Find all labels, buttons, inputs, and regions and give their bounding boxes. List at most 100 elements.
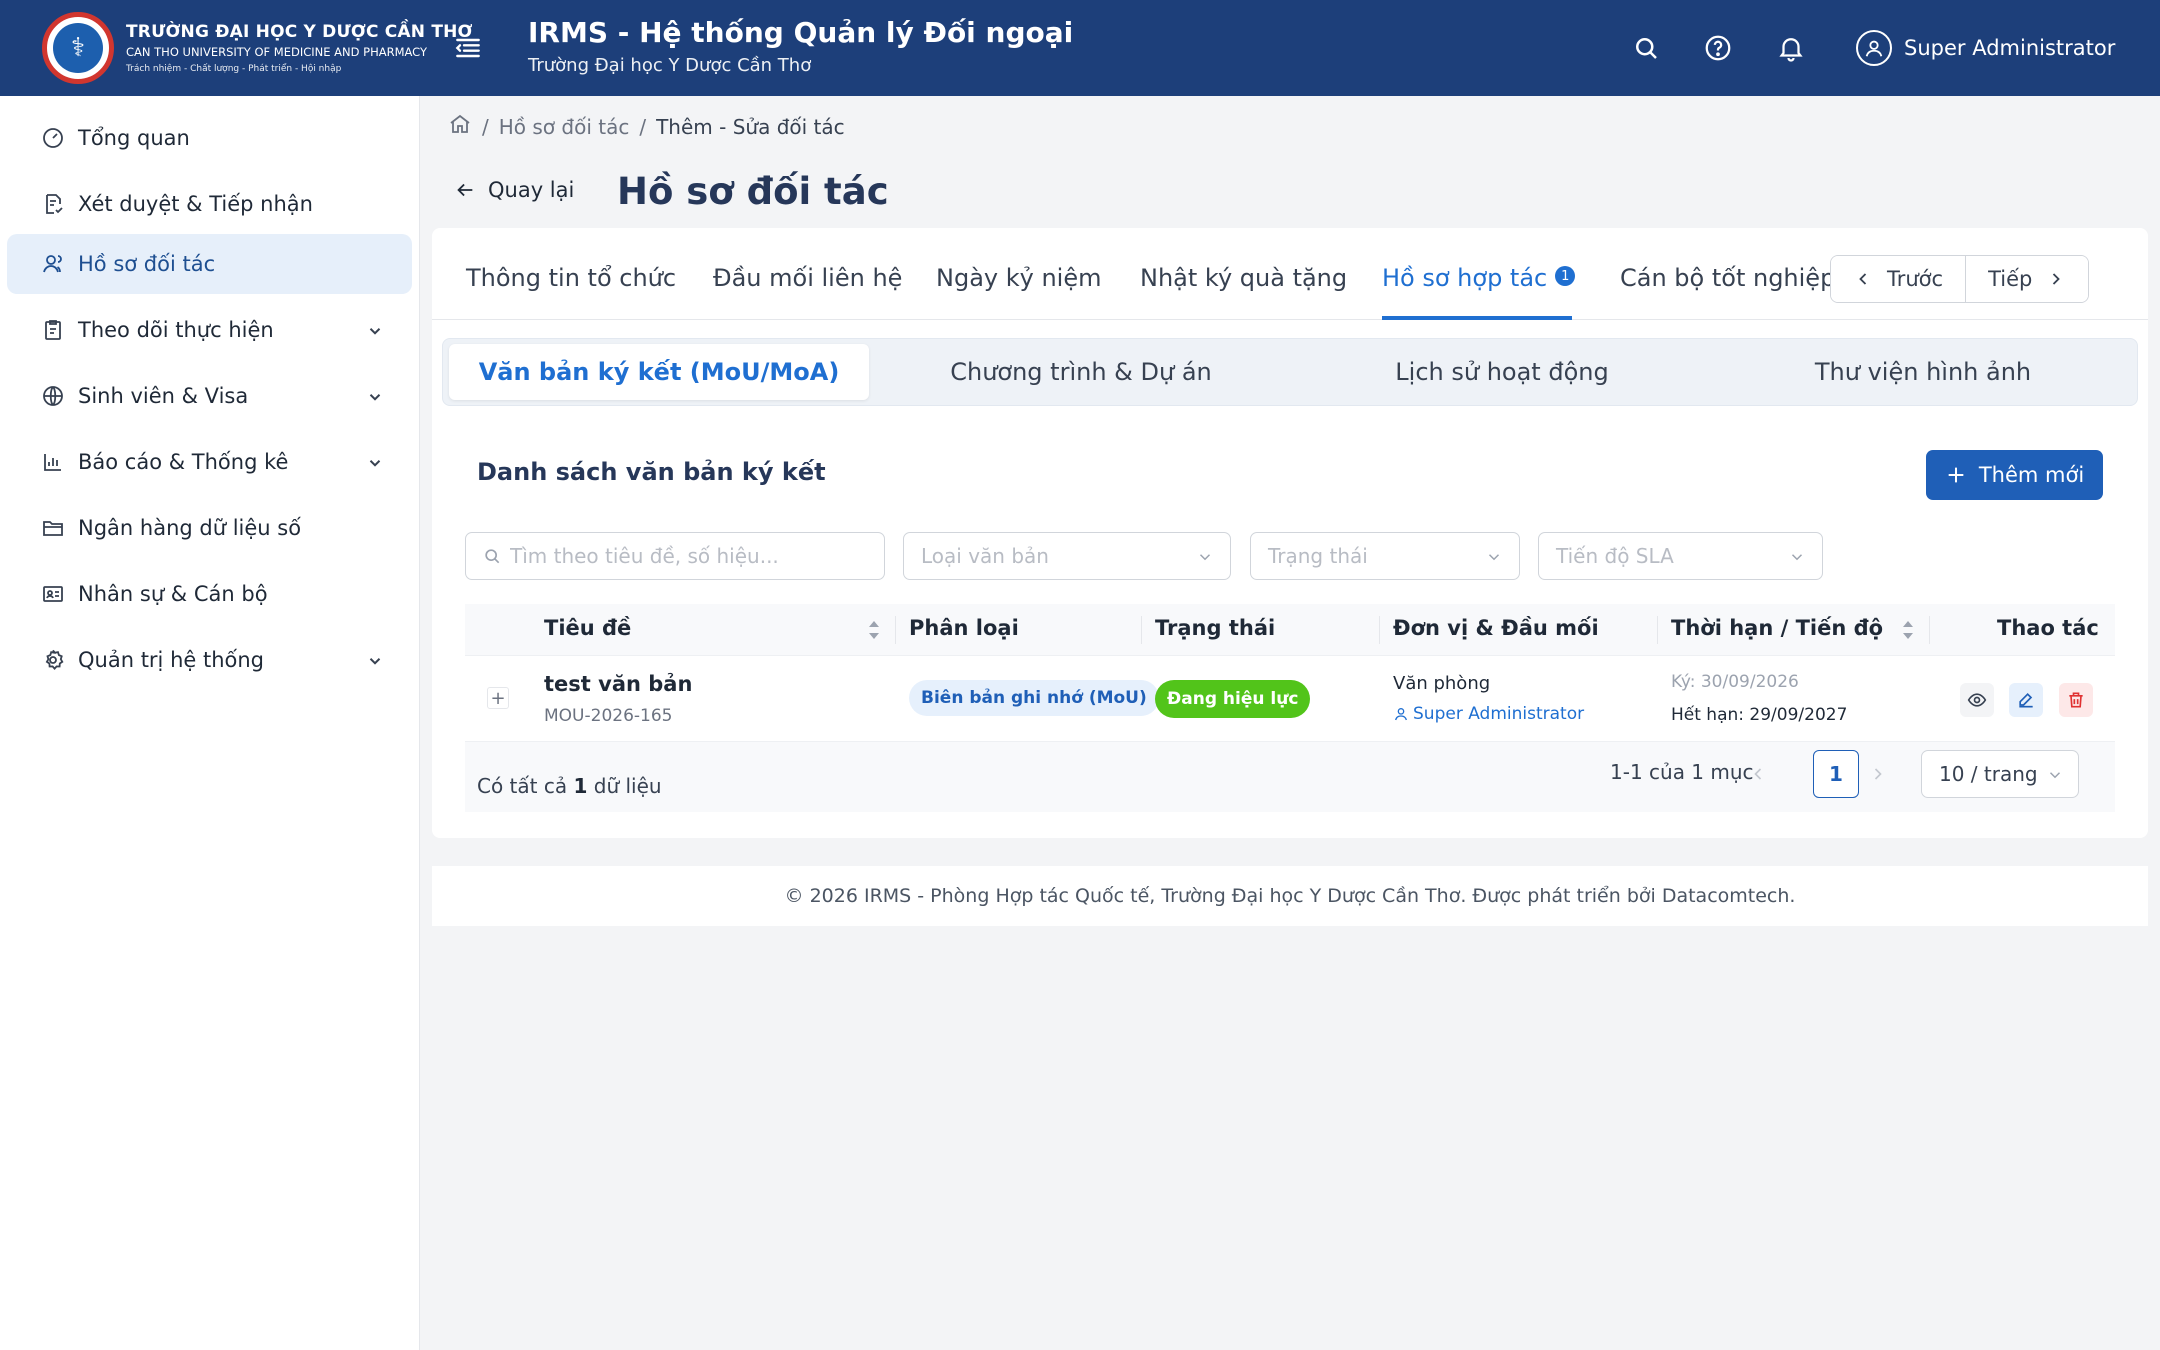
page-number-current[interactable]: 1 <box>1813 750 1859 798</box>
table-header: Tiêu đề Phân loại Trạng thái Đơn vị & Đầ… <box>465 604 2115 656</box>
column-header-title[interactable]: Tiêu đề <box>544 616 631 640</box>
subtab-programs-projects[interactable]: Chương trình & Dự án <box>871 344 1291 400</box>
document-type-tag: Biên bản ghi nhớ (MoU) <box>909 680 1159 716</box>
filter-status[interactable]: Trạng thái <box>1250 532 1520 580</box>
filter-sla-placeholder: Tiến độ SLA <box>1556 544 1674 568</box>
app-title: IRMS - Hệ thống Quản lý Đối ngoại <box>528 16 1074 49</box>
tab-gift-log[interactable]: Nhật ký quà tặng <box>1140 264 1347 292</box>
sort-icon[interactable] <box>1901 617 1915 643</box>
search-input[interactable] <box>510 544 870 568</box>
user-icon <box>1395 708 1407 721</box>
sidebar-item-label: Sinh viên & Visa <box>78 384 249 408</box>
row-contact-name: Super Administrator <box>1413 704 1585 724</box>
bell-icon[interactable] <box>1776 33 1806 63</box>
sidebar-item-label: Quản trị hệ thống <box>78 648 265 672</box>
chevron-right-icon[interactable] <box>1868 764 1888 784</box>
subtab-agreements[interactable]: Văn bản ký kết (MoU/MoA) <box>449 344 869 400</box>
back-label: Quay lại <box>488 178 575 202</box>
table-row: + test văn bản MOU-2026-165 Biên bản ghi… <box>465 656 2115 742</box>
filter-document-type-placeholder: Loại văn bản <box>921 544 1049 568</box>
row-code: MOU-2026-165 <box>544 706 673 726</box>
tab-next-button[interactable]: Tiếp <box>1965 256 2089 302</box>
page-footer: © 2026 IRMS - Phòng Hợp tác Quốc tế, Trư… <box>432 866 2148 926</box>
chevron-right-icon <box>2053 273 2061 285</box>
user-menu[interactable]: Super Administrator <box>1856 30 2115 66</box>
sidebar-item-partners[interactable]: Hồ sơ đối tác <box>7 234 412 294</box>
column-divider <box>895 616 896 644</box>
chevron-left-icon[interactable] <box>1748 764 1768 784</box>
edit-button[interactable] <box>2009 683 2043 717</box>
tab-organization-info[interactable]: Thông tin tổ chức <box>466 264 676 292</box>
sidebar-item-label: Báo cáo & Thống kê <box>78 450 289 474</box>
total-number: 1 <box>573 774 588 798</box>
tab-prev-label: Trước <box>1887 267 1944 291</box>
table-footer: Có tất cả 1 dữ liệu 1-1 của 1 mục 1 10 /… <box>465 742 2115 812</box>
tab-scroll-controls: Trước Tiếp <box>1830 255 2090 303</box>
add-new-button[interactable]: Thêm mới <box>1926 450 2103 500</box>
page-title: Hồ sơ đối tác <box>617 170 889 213</box>
column-header-deadline[interactable]: Thời hạn / Tiến độ <box>1671 616 1883 640</box>
sidebar-item-staff[interactable]: Nhân sự & Cán bộ <box>7 564 412 624</box>
globe-icon <box>41 384 65 408</box>
tab-cooperation[interactable]: Hồ sơ hợp tác 1 <box>1382 264 1576 292</box>
sort-icon[interactable] <box>867 617 881 643</box>
sidebar-item-review[interactable]: Xét duyệt & Tiếp nhận <box>7 174 412 234</box>
delete-button[interactable] <box>2059 683 2093 717</box>
sidebar-item-label: Theo dõi thực hiện <box>78 318 274 342</box>
tab-prev-button[interactable]: Trước <box>1831 256 1966 302</box>
column-divider <box>1657 616 1658 644</box>
app-subtitle: Trường Đại học Y Dược Cần Thơ <box>528 55 812 76</box>
help-icon[interactable] <box>1703 33 1733 63</box>
page-size-value: 10 / trang <box>1939 762 2038 786</box>
eye-icon <box>1967 693 1987 707</box>
filter-sla-progress[interactable]: Tiến độ SLA <box>1538 532 1823 580</box>
tab-next-label: Tiếp <box>1988 267 2033 291</box>
back-button[interactable]: Quay lại <box>454 178 574 202</box>
subtab-photo-library[interactable]: Thư viện hình ảnh <box>1713 344 2133 400</box>
sidebar-item-overview[interactable]: Tổng quan <box>7 108 412 168</box>
logo-line-2: CAN THO UNIVERSITY OF MEDICINE AND PHARM… <box>126 45 428 59</box>
home-icon[interactable] <box>448 112 472 141</box>
sidebar-item-reports[interactable]: Báo cáo & Thống kê <box>7 432 412 492</box>
tab-cooperation-label: Hồ sơ hợp tác <box>1382 264 1548 292</box>
university-logo[interactable]: ⚕ TRƯỜNG ĐẠI HỌC Y DƯỢC CẦN THƠ CAN THO … <box>42 12 473 84</box>
status-badge: Đang hiệu lực <box>1155 680 1311 718</box>
gear-icon <box>41 648 65 672</box>
breadcrumb-link-partners[interactable]: Hồ sơ đối tác <box>499 115 630 139</box>
tab-alumni-staff[interactable]: Cán bộ tốt nghiệp <box>1620 264 1835 292</box>
row-contact-link[interactable]: Super Administrator <box>1393 704 1584 724</box>
filter-status-placeholder: Trạng thái <box>1268 544 1368 568</box>
row-expiry-date: Hết hạn: 29/09/2027 <box>1671 705 1848 725</box>
row-signed-date: Ký: 30/09/2026 <box>1671 672 1799 692</box>
subtab-activity-history[interactable]: Lịch sử hoạt động <box>1292 344 1712 400</box>
users-icon <box>41 252 65 276</box>
logo-seal: ⚕ <box>42 12 114 84</box>
chevron-down-icon <box>1196 547 1214 565</box>
sidebar-item-admin[interactable]: Quản trị hệ thống <box>7 630 412 690</box>
sidebar-item-students-visa[interactable]: Sinh viên & Visa <box>7 366 412 426</box>
sidebar-item-label: Ngân hàng dữ liệu số <box>78 516 302 540</box>
row-unit: Văn phòng <box>1393 673 1491 694</box>
search-icon[interactable] <box>1631 33 1661 63</box>
column-divider <box>1929 616 1930 644</box>
document-check-icon <box>41 192 65 216</box>
tab-anniversaries[interactable]: Ngày kỷ niệm <box>936 264 1101 292</box>
page-size-select[interactable]: 10 / trang <box>1921 750 2079 798</box>
sidebar-item-data-bank[interactable]: Ngân hàng dữ liệu số <box>7 498 412 558</box>
filter-document-type[interactable]: Loại văn bản <box>903 532 1231 580</box>
view-button[interactable] <box>1960 683 1994 717</box>
tab-contacts[interactable]: Đầu mối liên hệ <box>713 264 902 292</box>
sidebar-item-label: Nhân sự & Cán bộ <box>78 582 268 606</box>
sidebar-item-tracking[interactable]: Theo dõi thực hiện <box>7 300 412 360</box>
pencil-icon <box>2019 692 2033 708</box>
expand-row-icon[interactable]: + <box>487 687 509 709</box>
sub-tabs: Văn bản ký kết (MoU/MoA) Chương trình & … <box>442 338 2138 406</box>
main-tabs: Thông tin tổ chức Đầu mối liên hệ Ngày k… <box>432 228 2148 320</box>
column-header-unit: Đơn vị & Đầu mối <box>1393 616 1599 640</box>
menu-toggle-icon[interactable] <box>452 32 484 64</box>
logo-line-3: Trách nhiệm - Chất lượng - Phát triển - … <box>126 64 342 74</box>
sidebar-item-label: Tổng quan <box>78 126 190 150</box>
chevron-down-icon <box>366 387 384 405</box>
partner-card: Thông tin tổ chức Đầu mối liên hệ Ngày k… <box>432 228 2148 838</box>
column-header-status: Trạng thái <box>1155 616 1276 640</box>
